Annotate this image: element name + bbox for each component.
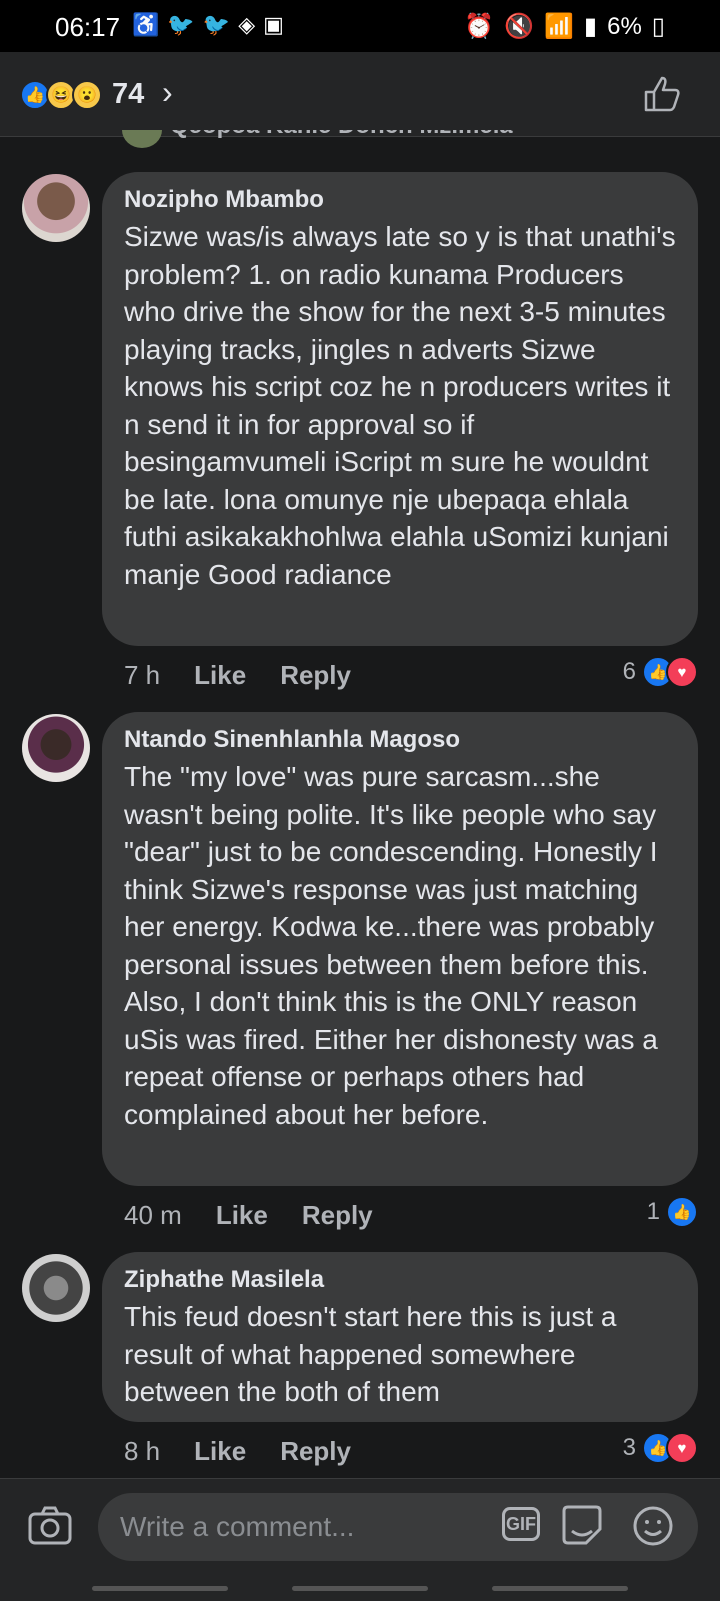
like-button[interactable]: Like xyxy=(216,1200,268,1231)
twitter-icon: 🐦 xyxy=(167,12,195,37)
reply-button[interactable]: Reply xyxy=(280,660,351,691)
nav-back[interactable] xyxy=(492,1586,628,1591)
sticker-icon[interactable] xyxy=(560,1503,604,1547)
comment-composer: Write a comment... GIF xyxy=(0,1478,720,1601)
nav-home[interactable] xyxy=(292,1586,428,1591)
notification-icons: ♿ 🐦 🐦 ◈ ▣ xyxy=(132,12,284,38)
reactions-summary[interactable]: 👍 😆 😮 xyxy=(20,80,110,110)
comment-text: The "my love" was pure sarcasm...she was… xyxy=(124,761,658,1130)
comment-author[interactable]: Ntando Sinenhlanhla Magoso xyxy=(124,726,678,754)
reactions-header: 👍 😆 😮 74 › xyxy=(0,52,720,137)
comment-text: Sizwe was/is always late so y is that un… xyxy=(124,221,676,590)
reaction-count[interactable]: 74 xyxy=(112,78,144,111)
twitter-icon: 🐦 xyxy=(202,12,231,37)
comment-reactions[interactable]: 6 👍 ♥ xyxy=(623,656,698,688)
reply-button[interactable]: Reply xyxy=(280,1436,351,1467)
comment-reaction-count: 1 xyxy=(646,1198,660,1225)
comment-reactions[interactable]: 1 👍 xyxy=(647,1196,698,1228)
comment-bubble[interactable]: Nozipho Mbambo Sizwe was/is always late … xyxy=(102,172,698,646)
reply-button[interactable]: Reply xyxy=(302,1200,373,1231)
like-reaction-icon: 👍 xyxy=(666,1196,698,1228)
comment-reaction-count: 6 xyxy=(622,658,636,685)
like-icon[interactable] xyxy=(642,74,682,114)
comment-time[interactable]: 40 m xyxy=(124,1200,182,1231)
avatar[interactable] xyxy=(22,1254,90,1322)
chevron-right-icon[interactable]: › xyxy=(162,74,173,111)
wifi-icon: 📶 xyxy=(543,13,574,40)
comment-reaction-count: 3 xyxy=(622,1434,636,1461)
nav-recent[interactable] xyxy=(92,1586,228,1591)
comment-actions: 8 h Like Reply xyxy=(124,1436,385,1467)
comment-bubble[interactable]: Ntando Sinenhlanhla Magoso The "my love"… xyxy=(102,712,698,1186)
battery-icon: ▯ xyxy=(651,13,665,40)
battery-percent: 6% xyxy=(607,12,642,40)
alarm-icon: ⏰ xyxy=(464,13,495,40)
signal-icon: ▮ xyxy=(583,13,598,40)
comment-actions: 7 h Like Reply xyxy=(124,660,385,691)
comment-time[interactable]: 8 h xyxy=(124,1436,160,1467)
status-time: 06:17 xyxy=(55,12,121,42)
comment-input[interactable]: Write a comment... GIF xyxy=(98,1493,698,1561)
status-bar: 06:17 ♿ 🐦 🐦 ◈ ▣ ⏰ 🔇 📶 ▮ 6% ▯ xyxy=(0,0,720,52)
mute-icon: 🔇 xyxy=(504,13,534,40)
comment-text: This feud doesn't start here this is jus… xyxy=(124,1301,617,1407)
direction-icon: ◈ xyxy=(238,12,256,37)
comment-time[interactable]: 7 h xyxy=(124,660,160,691)
comment-bubble[interactable]: Ziphathe Masilela This feud doesn't star… xyxy=(102,1252,698,1422)
love-reaction-icon: ♥ xyxy=(666,1432,698,1464)
comment-actions: 40 m Like Reply xyxy=(124,1200,407,1231)
emoji-icon[interactable] xyxy=(632,1505,674,1547)
system-icons: ⏰ 🔇 📶 ▮ 6% ▯ xyxy=(464,12,665,41)
comment-author[interactable]: Nozipho Mbambo xyxy=(124,186,678,214)
image-icon: ▣ xyxy=(263,12,284,37)
accessibility-icon: ♿ xyxy=(132,12,160,37)
camera-icon[interactable] xyxy=(28,1505,72,1545)
wow-reaction-icon: 😮 xyxy=(72,80,102,110)
comment-reactions[interactable]: 3 👍 ♥ xyxy=(623,1432,698,1464)
avatar[interactable] xyxy=(22,174,90,242)
like-button[interactable]: Like xyxy=(194,1436,246,1467)
love-reaction-icon: ♥ xyxy=(666,656,698,688)
like-button[interactable]: Like xyxy=(194,660,246,691)
comment-placeholder: Write a comment... xyxy=(120,1511,355,1542)
comment-author[interactable]: Ziphathe Masilela xyxy=(124,1266,678,1294)
avatar[interactable] xyxy=(22,714,90,782)
system-nav-bar xyxy=(0,1584,720,1600)
gif-button[interactable]: GIF xyxy=(502,1507,540,1541)
